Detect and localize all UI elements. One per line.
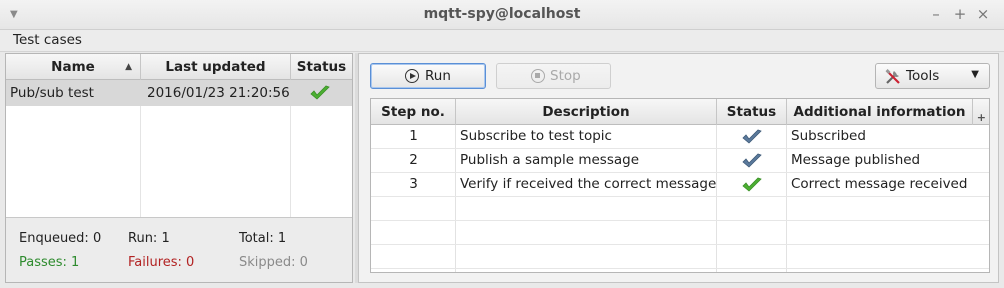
column-last-updated[interactable]: Last updated xyxy=(141,54,291,80)
menu-test-cases[interactable]: Test cases xyxy=(13,32,82,48)
failures-count: Failures: 0 xyxy=(128,255,195,270)
run-count: Run: 1 xyxy=(128,231,170,246)
enqueued-count: Enqueued: 0 xyxy=(19,231,102,246)
total-count: Total: 1 xyxy=(239,231,287,246)
skipped-count: Skipped: 0 xyxy=(239,255,308,270)
column-name[interactable]: Name ▲ xyxy=(6,54,141,80)
column-description[interactable]: Description xyxy=(456,99,717,125)
play-icon xyxy=(405,69,419,83)
check-icon xyxy=(310,85,330,100)
test-steps-panel: Run Stop Tools ▼ Step no. Description St… xyxy=(358,53,999,283)
step-info: Message published xyxy=(791,152,921,168)
test-cases-panel: Name ▲ Last updated Status Pub/sub test … xyxy=(5,53,353,283)
column-status[interactable]: Status xyxy=(291,54,352,80)
test-case-last-updated: 2016/01/23 21:20:56 xyxy=(147,85,290,101)
step-row[interactable]: 3 Verify if received the correct message… xyxy=(371,173,989,197)
step-description: Verify if received the correct message xyxy=(460,176,717,192)
tools-button-label: Tools xyxy=(906,68,940,84)
sort-ascending-icon: ▲ xyxy=(125,62,132,72)
run-button-label: Run xyxy=(425,68,451,84)
check-icon xyxy=(742,177,762,192)
run-button[interactable]: Run xyxy=(370,63,486,89)
test-case-row[interactable]: Pub/sub test 2016/01/23 21:20:56 xyxy=(6,80,352,106)
step-row[interactable]: 2 Publish a sample message Message publi… xyxy=(371,149,989,173)
minimize-icon[interactable]: – xyxy=(928,5,944,23)
step-number: 1 xyxy=(409,128,418,144)
column-additional-info[interactable]: Additional information xyxy=(787,99,973,125)
passes-count: Passes: 1 xyxy=(19,255,80,270)
column-menu-button[interactable]: + xyxy=(973,99,989,125)
empty-row xyxy=(371,245,989,269)
stop-button[interactable]: Stop xyxy=(496,63,611,89)
check-icon xyxy=(742,129,762,144)
tools-icon xyxy=(885,69,900,84)
step-description: Publish a sample message xyxy=(460,152,640,168)
window-title: mqtt-spy@localhost xyxy=(423,6,581,22)
test-case-name: Pub/sub test xyxy=(10,85,94,101)
stop-button-label: Stop xyxy=(550,68,581,84)
column-step-status[interactable]: Status xyxy=(717,99,787,125)
test-cases-header: Name ▲ Last updated Status xyxy=(6,54,352,80)
empty-row xyxy=(371,221,989,245)
chevron-down-icon: ▼ xyxy=(971,69,979,80)
step-info: Subscribed xyxy=(791,128,866,144)
column-step-no[interactable]: Step no. xyxy=(371,99,456,125)
step-row[interactable]: 1 Subscribe to test topic Subscribed xyxy=(371,125,989,149)
step-number: 2 xyxy=(409,152,418,168)
menu-bar: Test cases xyxy=(0,30,1004,52)
column-name-label: Name xyxy=(51,59,95,75)
empty-row xyxy=(371,197,989,221)
stop-icon xyxy=(531,69,545,83)
maximize-icon[interactable]: + xyxy=(952,5,968,23)
step-number: 3 xyxy=(409,176,418,192)
check-icon xyxy=(742,153,762,168)
run-summary: Enqueued: 0 Run: 1 Total: 1 Passes: 1 Fa… xyxy=(6,218,352,282)
test-steps-header: Step no. Description Status Additional i… xyxy=(371,99,989,125)
tools-dropdown[interactable]: Tools ▼ xyxy=(875,63,990,89)
step-info: Correct message received xyxy=(791,176,968,192)
step-description: Subscribe to test topic xyxy=(460,128,612,144)
test-steps-table: Step no. Description Status Additional i… xyxy=(370,98,990,273)
close-icon[interactable]: × xyxy=(975,5,991,23)
title-bar: ▼ mqtt-spy@localhost – + × xyxy=(0,0,1004,30)
